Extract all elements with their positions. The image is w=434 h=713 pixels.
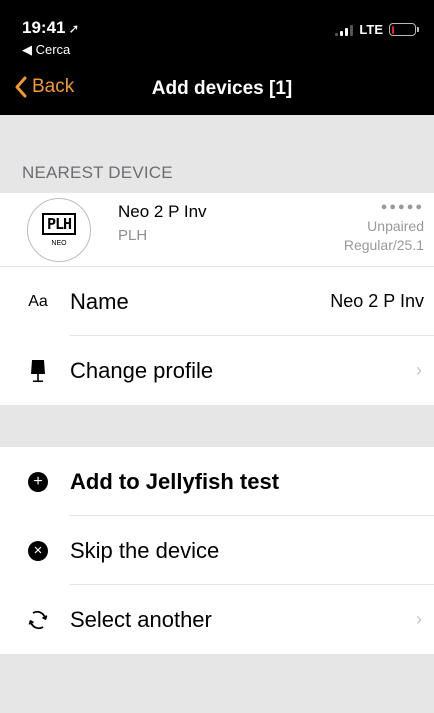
device-status: Unpaired Regular/25.1 bbox=[344, 217, 424, 255]
skip-device-label: Skip the device bbox=[70, 537, 220, 563]
location-icon: ➚ bbox=[68, 21, 80, 36]
top-bar: 19:41 ➚ ◀ Cerca LTE Back Add devices [1] bbox=[0, 0, 434, 115]
signal-strength-dots: ●●●●● bbox=[380, 201, 424, 213]
signal-icon bbox=[335, 24, 354, 36]
device-brand: PLH bbox=[118, 227, 148, 244]
refresh-icon bbox=[20, 609, 56, 631]
device-logo-mark: PLH bbox=[41, 213, 77, 235]
close-circle-icon: × bbox=[28, 540, 48, 561]
battery-icon bbox=[389, 23, 419, 36]
back-to-app-link[interactable]: ◀ Cerca bbox=[22, 42, 70, 58]
lamp-icon bbox=[20, 359, 56, 383]
device-logo: PLH NEO bbox=[27, 198, 91, 262]
pairing-status: Unpaired bbox=[367, 218, 424, 234]
plus-circle-icon: + bbox=[28, 471, 48, 492]
device-logo-sub: NEO bbox=[51, 240, 67, 247]
device-name: Neo 2 P Inv bbox=[118, 202, 207, 221]
network-label: LTE bbox=[359, 22, 383, 37]
device-mode: Regular/25.1 bbox=[343, 237, 424, 253]
change-profile-label: Change profile bbox=[70, 357, 214, 383]
section-header-label: NEAREST DEVICE bbox=[22, 163, 173, 182]
device-row[interactable]: PLH NEO Neo 2 P Inv PLH ●●●●● Unpaired R… bbox=[0, 193, 434, 267]
name-row[interactable]: Aa Name Neo 2 P Inv bbox=[0, 267, 434, 336]
status-time: 19:41 ➚ bbox=[22, 18, 79, 38]
time-label: 19:41 bbox=[22, 18, 66, 37]
name-label: Name bbox=[70, 288, 129, 314]
chevron-right-icon: › bbox=[416, 360, 422, 380]
battery-level bbox=[391, 25, 394, 34]
select-another-row[interactable]: Select another › bbox=[0, 585, 434, 654]
nearest-device-section: NEAREST DEVICE bbox=[0, 115, 434, 193]
chevron-right-icon: › bbox=[416, 609, 422, 629]
name-value: Neo 2 P Inv bbox=[330, 291, 424, 311]
change-profile-row[interactable]: Change profile › bbox=[0, 336, 434, 405]
page-title: Add devices [1] bbox=[151, 78, 293, 99]
select-another-label: Select another bbox=[70, 606, 212, 632]
skip-device-row[interactable]: × Skip the device bbox=[0, 516, 434, 585]
device-group: PLH NEO Neo 2 P Inv PLH ●●●●● Unpaired R… bbox=[0, 193, 434, 405]
text-format-icon: Aa bbox=[28, 292, 48, 310]
add-to-group-label: Add to Jellyfish test bbox=[70, 468, 280, 494]
add-to-group-row[interactable]: + Add to Jellyfish test bbox=[0, 447, 434, 516]
actions-group: + Add to Jellyfish test × Skip the devic… bbox=[0, 447, 434, 654]
status-indicators: LTE bbox=[335, 22, 419, 37]
